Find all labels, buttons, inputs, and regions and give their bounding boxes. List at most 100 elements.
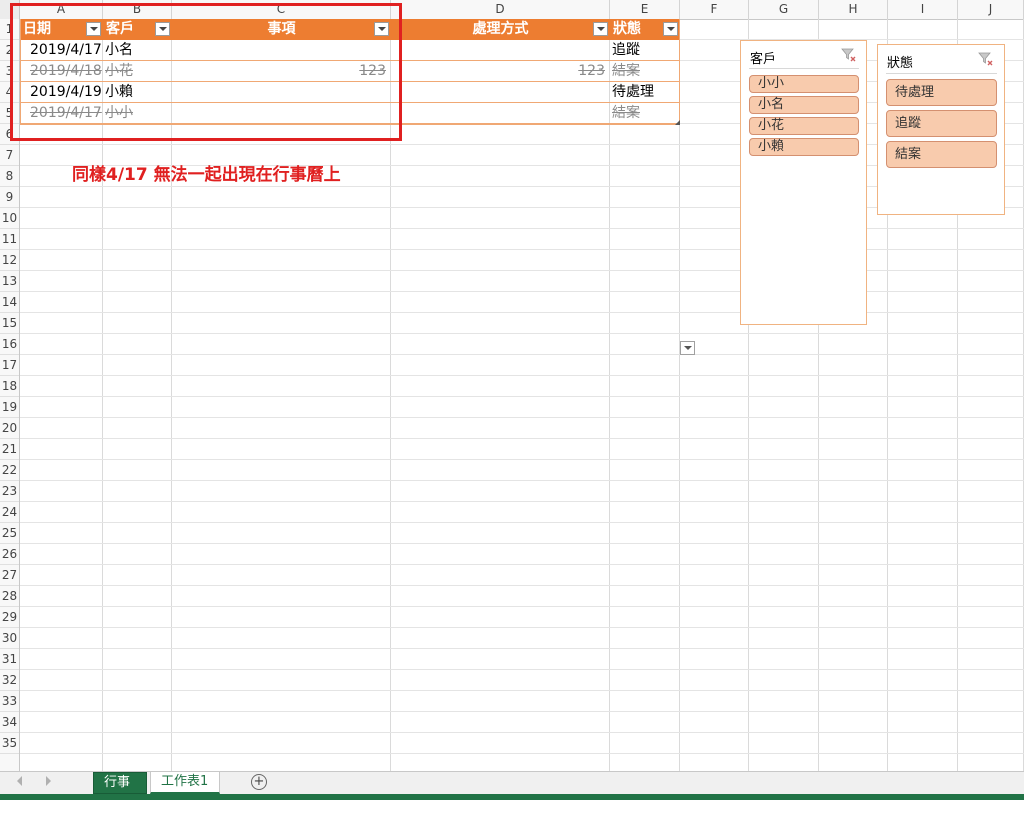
row-header[interactable]: 30 (0, 628, 19, 649)
add-sheet-icon[interactable]: + (251, 774, 267, 790)
column-header-i[interactable]: I (888, 0, 958, 19)
table-header-status-label: 狀態 (613, 21, 641, 37)
row-header[interactable]: 22 (0, 460, 19, 481)
column-header-g[interactable]: G (749, 0, 819, 19)
column-header-j[interactable]: J (958, 0, 1024, 19)
row-header[interactable]: 11 (0, 229, 19, 250)
gridline (20, 396, 1024, 397)
column-header-d[interactable]: D (391, 0, 610, 19)
filter-dropdown-icon[interactable] (663, 22, 678, 36)
gridline (20, 711, 1024, 712)
row-header[interactable]: 16 (0, 334, 19, 355)
slicer-item[interactable]: 追蹤 (886, 110, 997, 137)
clear-filter-icon[interactable] (841, 47, 857, 63)
slicer-separator (749, 68, 859, 69)
gridline (20, 375, 1024, 376)
row-header[interactable]: 17 (0, 355, 19, 376)
row-header[interactable]: 27 (0, 565, 19, 586)
gridline (20, 627, 1024, 628)
column-header-h[interactable]: H (819, 0, 888, 19)
gridline (20, 417, 1024, 418)
row-header[interactable]: 35 (0, 733, 19, 754)
table-cell-method[interactable]: 123 (391, 61, 608, 82)
gridline (20, 207, 1024, 208)
gridline (20, 543, 1024, 544)
gridline (20, 522, 1024, 523)
gridline (20, 501, 1024, 502)
row-header[interactable]: 12 (0, 250, 19, 271)
gridline (20, 270, 1024, 271)
row-header[interactable]: 33 (0, 691, 19, 712)
gridline (20, 312, 1024, 313)
gridline (20, 606, 1024, 607)
row-header[interactable]: 29 (0, 607, 19, 628)
highlight-box (10, 3, 402, 141)
slicer-client-title: 客戶 (750, 52, 777, 67)
row-header[interactable]: 28 (0, 586, 19, 607)
table-resize-handle[interactable] (675, 120, 680, 125)
row-header[interactable]: 34 (0, 712, 19, 733)
row-header[interactable]: 21 (0, 439, 19, 460)
row-header[interactable]: 14 (0, 292, 19, 313)
table-cell-method[interactable] (391, 103, 608, 124)
row-header[interactable]: 31 (0, 649, 19, 670)
annotation-text: 同樣4/17 無法一起出現在行事曆上 (72, 165, 341, 185)
sheet-tab-bar: 行事曆 工作表1 + (0, 771, 1024, 810)
table-header-method: 處理方式 (391, 19, 610, 40)
row-header[interactable]: 25 (0, 523, 19, 544)
gridline (20, 753, 1024, 754)
row-header[interactable]: 32 (0, 670, 19, 691)
gridline (20, 354, 1024, 355)
gridline (20, 291, 1024, 292)
gridline (609, 19, 610, 771)
slicer-item[interactable]: 小小 (749, 75, 859, 93)
gridline (20, 186, 1024, 187)
row-header[interactable]: 26 (0, 544, 19, 565)
cell-dropdown-icon[interactable] (680, 341, 695, 355)
gridline (20, 459, 1024, 460)
slicer-item[interactable]: 小賴 (749, 138, 859, 156)
slicer-item[interactable]: 結案 (886, 141, 997, 168)
row-header[interactable]: 20 (0, 418, 19, 439)
sheet-tab-worksheet1[interactable]: 工作表1 (150, 772, 220, 794)
table-cell-status[interactable]: 結案 (612, 103, 680, 124)
row-header[interactable]: 13 (0, 271, 19, 292)
scroll-tabs-right-icon[interactable] (46, 776, 51, 786)
column-header-e[interactable]: E (610, 0, 680, 19)
clear-filter-icon[interactable] (978, 51, 994, 67)
gridline (20, 249, 1024, 250)
row-header[interactable]: 8 (0, 166, 19, 187)
column-header-f[interactable]: F (680, 0, 749, 19)
row-header[interactable]: 15 (0, 313, 19, 334)
slicer-item[interactable]: 小名 (749, 96, 859, 114)
slicer-item[interactable]: 小花 (749, 117, 859, 135)
row-header[interactable]: 18 (0, 376, 19, 397)
row-header[interactable]: 19 (0, 397, 19, 418)
slicer-status[interactable]: 狀態 待處理 追蹤 結案 (877, 44, 1005, 215)
row-header[interactable]: 23 (0, 481, 19, 502)
table-cell-status[interactable]: 結案 (612, 61, 680, 82)
table-cell-status[interactable]: 追蹤 (612, 40, 680, 61)
sheet-tab-calendar[interactable]: 行事曆 (93, 772, 147, 810)
slicer-separator (886, 73, 997, 74)
row-header[interactable]: 9 (0, 187, 19, 208)
table-cell-method[interactable] (391, 82, 608, 103)
scroll-tabs-left-icon[interactable] (17, 776, 22, 786)
table-cell-status[interactable]: 待處理 (612, 82, 680, 103)
row-header[interactable]: 24 (0, 502, 19, 523)
status-bar (0, 794, 1024, 800)
slicer-client[interactable]: 客戶 小小小名小花小賴 (740, 40, 867, 325)
filter-dropdown-icon[interactable] (593, 22, 608, 36)
gridline (20, 564, 1024, 565)
slicer-item[interactable]: 待處理 (886, 79, 997, 106)
gridline (20, 480, 1024, 481)
gridline (20, 144, 1024, 145)
gridline (20, 648, 1024, 649)
row-header[interactable]: 10 (0, 208, 19, 229)
row-header[interactable]: 7 (0, 145, 19, 166)
table-header-method-label: 處理方式 (472, 21, 529, 37)
gridline (20, 333, 1024, 334)
gridline (20, 690, 1024, 691)
gridline (679, 19, 680, 771)
table-cell-method[interactable] (391, 40, 608, 61)
